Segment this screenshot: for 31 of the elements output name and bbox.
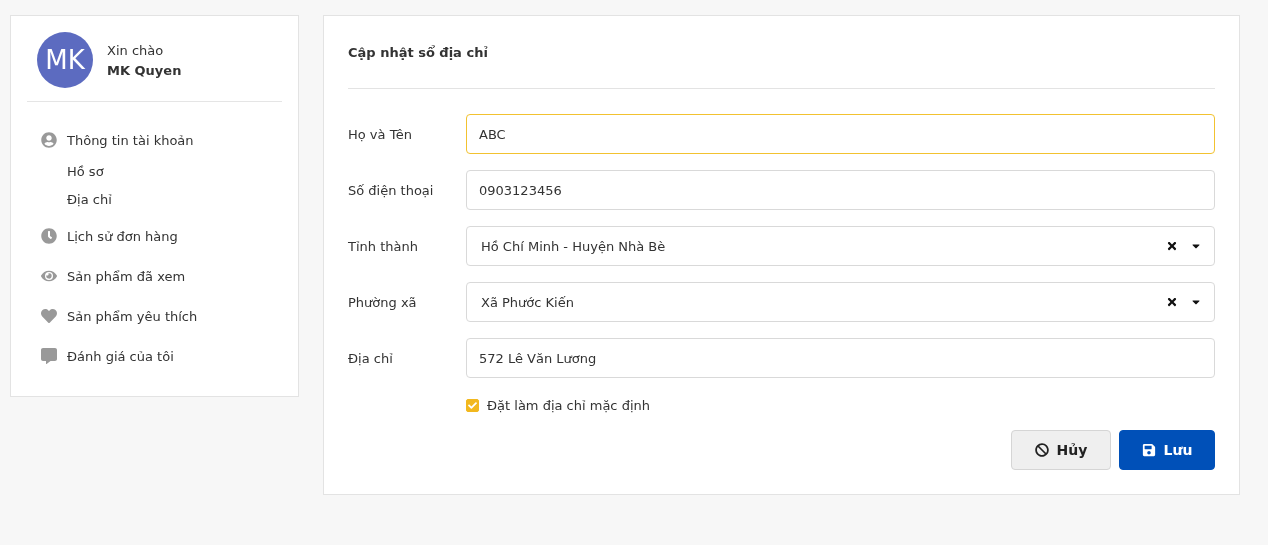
form-title: Cập nhật sổ địa chỉ (348, 16, 1215, 89)
user-icon (41, 132, 58, 148)
input-field[interactable]: 0903123456 (466, 170, 1215, 210)
input-field[interactable]: 572 Lê Văn Lương (466, 338, 1215, 378)
menu-item[interactable]: Sản phẩm yêu thích (41, 296, 282, 336)
greeting: Xin chào (107, 42, 165, 58)
menu-item[interactable]: Sản phẩm đã xem (41, 256, 282, 296)
save-icon (1141, 443, 1156, 457)
heart-icon (41, 308, 58, 324)
clear-icon[interactable] (1166, 296, 1178, 308)
menu-item[interactable]: Đánh giá của tôi (41, 336, 282, 376)
comment-icon (41, 348, 58, 364)
checkbox-label: Đặt làm địa chỉ mặc định (487, 398, 650, 413)
avatar: MK (37, 32, 93, 88)
save-button[interactable]: Lưu (1119, 430, 1215, 470)
field-label: Tỉnh thành (348, 238, 419, 254)
eye-icon (41, 268, 58, 284)
input-field[interactable]: ABC (466, 114, 1215, 154)
cancel-icon (1034, 443, 1049, 457)
user-name: MK Quyen (107, 62, 182, 78)
select-field[interactable]: Hồ Chí Minh - Huyện Nhà Bè (466, 226, 1215, 266)
clock-icon (41, 228, 58, 244)
menu-item[interactable]: Lịch sử đơn hàng (41, 216, 282, 256)
select-field[interactable]: Xã Phước Kiến (466, 282, 1215, 322)
field-label: Họ và Tên (348, 126, 413, 142)
clear-icon[interactable] (1166, 240, 1178, 252)
cancel-button[interactable]: Hủy (1011, 430, 1111, 470)
field-label: Phường xã (348, 294, 418, 310)
field-label: Số điện thoại (348, 182, 435, 198)
checkbox[interactable] (466, 399, 479, 412)
field-label: Địa chỉ (348, 350, 394, 366)
